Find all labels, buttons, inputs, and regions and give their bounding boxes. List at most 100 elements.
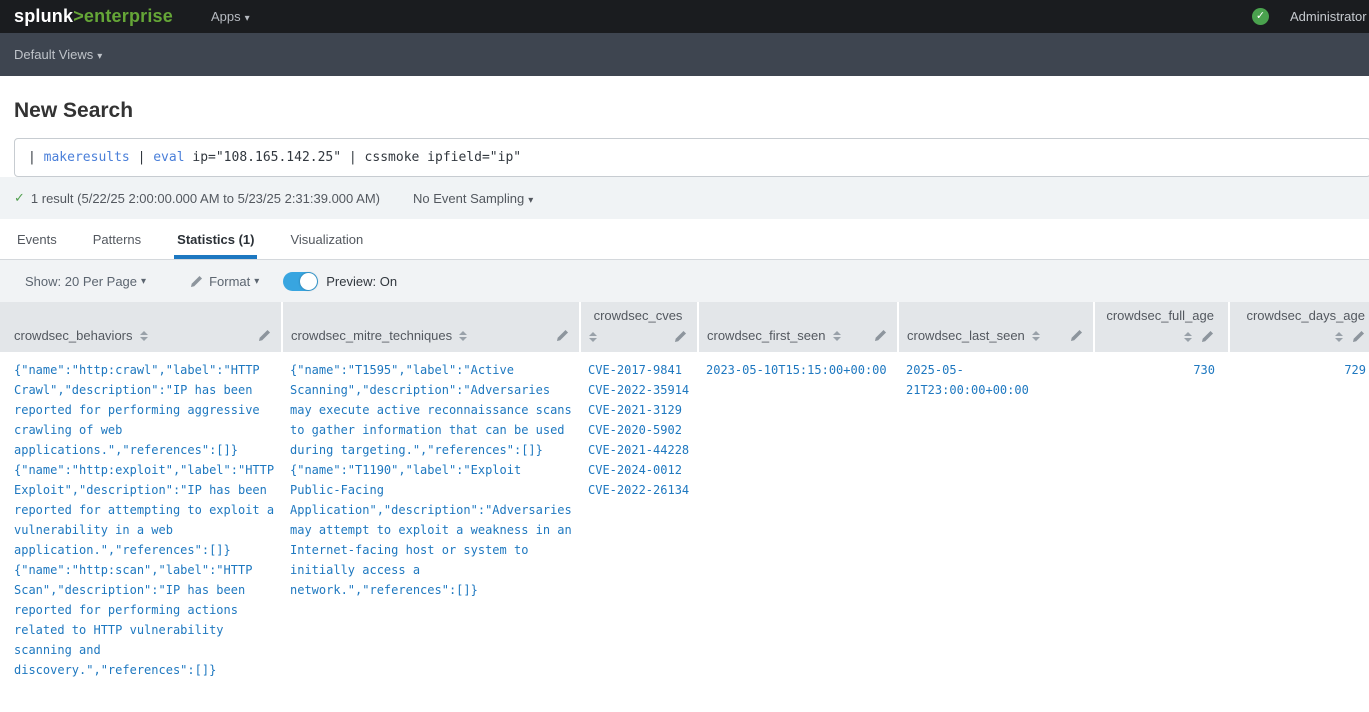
tab-patterns[interactable]: Patterns (90, 219, 144, 259)
column-name: crowdsec_first_seen (707, 328, 826, 343)
edit-column-button[interactable] (556, 329, 569, 342)
cell-value[interactable]: {"name":"T1190","label":"Exploit Public-… (290, 460, 578, 600)
apps-menu[interactable]: Apps▾ (211, 9, 250, 24)
cell-value[interactable]: CVE-2021-44228 (588, 440, 690, 460)
search-status-bar: ✓ 1 result (5/22/25 2:00:00.000 AM to 5/… (0, 177, 1369, 219)
cell-crowdsec-first-seen[interactable]: 2023-05-10T15:15:00+00:00 (698, 352, 898, 688)
statistics-table: crowdsec_behaviors crowdsec_mitre_techni… (0, 302, 1369, 688)
tab-visualization[interactable]: Visualization (287, 219, 366, 259)
sort-arrows-icon[interactable] (589, 332, 597, 342)
user-menu[interactable]: Administrator (1290, 9, 1367, 24)
column-name: crowdsec_last_seen (907, 328, 1025, 343)
edit-column-button[interactable] (674, 330, 687, 343)
chevron-down-icon: ▾ (528, 195, 533, 206)
spl-text: | (130, 150, 153, 165)
spl-text: ip="108.165.142.25" | cssmoke ipfield="i… (185, 150, 522, 165)
apps-label: Apps (211, 9, 241, 24)
table-controls-bar: Show: 20 Per Page ▾ Format ▾ Preview: On (0, 260, 1369, 302)
logo-splunk: splunk (14, 6, 73, 26)
column-name: crowdsec_days_age (1238, 308, 1365, 323)
spl-text: | (28, 150, 44, 165)
status-check-circle-icon: ✓ (1252, 8, 1269, 25)
cell-value[interactable]: 729 (1237, 360, 1366, 380)
pencil-icon (556, 329, 569, 342)
column-header-crowdsec-mitre-techniques[interactable]: crowdsec_mitre_techniques (282, 302, 580, 352)
cell-value[interactable]: CVE-2020-5902 (588, 420, 690, 440)
column-name: crowdsec_mitre_techniques (291, 328, 452, 343)
sort-arrows-icon[interactable] (1184, 332, 1192, 342)
edit-column-button[interactable] (258, 329, 271, 342)
tab-events[interactable]: Events (14, 219, 60, 259)
pencil-icon (1352, 330, 1365, 343)
search-done-check-icon: ✓ (14, 191, 25, 206)
cell-value[interactable]: {"name":"T1595","label":"Active Scanning… (290, 360, 578, 460)
chevron-down-icon: ▾ (254, 276, 259, 287)
column-header-crowdsec-behaviors[interactable]: crowdsec_behaviors (0, 302, 282, 352)
column-header-crowdsec-days-age[interactable]: crowdsec_days_age (1229, 302, 1369, 352)
per-page-label: Show: 20 Per Page (25, 274, 137, 289)
cell-value[interactable]: CVE-2024-0012 (588, 460, 690, 480)
column-name: crowdsec_behaviors (14, 328, 133, 343)
per-page-menu[interactable]: Show: 20 Per Page ▾ (25, 274, 146, 289)
cell-value[interactable]: 2023-05-10T15:15:00+00:00 (706, 360, 890, 380)
column-header-crowdsec-first-seen[interactable]: crowdsec_first_seen (698, 302, 898, 352)
cell-crowdsec-days-age[interactable]: 729 (1229, 352, 1369, 688)
splunk-logo: splunk>enterprise (14, 6, 173, 27)
table-header-row: crowdsec_behaviors crowdsec_mitre_techni… (0, 302, 1369, 352)
top-bar: splunk>enterprise Apps▾ ✓ Administrator (0, 0, 1369, 33)
sort-arrows-icon[interactable] (140, 331, 148, 341)
edit-column-button[interactable] (1352, 330, 1365, 343)
pencil-icon (874, 329, 887, 342)
cell-value[interactable]: CVE-2022-26134 (588, 480, 690, 500)
result-count-text: 1 result (5/22/25 2:00:00.000 AM to 5/23… (31, 191, 380, 206)
cell-value[interactable]: CVE-2017-9841 (588, 360, 690, 380)
column-header-crowdsec-full-age[interactable]: crowdsec_full_age (1094, 302, 1229, 352)
sort-arrows-icon[interactable] (833, 331, 841, 341)
pencil-icon (190, 275, 203, 288)
pencil-icon (674, 330, 687, 343)
topbar-right: ✓ Administrator (1252, 0, 1367, 33)
chevron-down-icon: ▾ (97, 51, 102, 62)
cell-value[interactable]: 2025-05-21T23:00:00+00:00 (906, 360, 1086, 400)
default-views-menu[interactable]: Default Views▾ (14, 47, 102, 62)
format-menu[interactable]: Format ▾ (190, 274, 259, 289)
sort-arrows-icon[interactable] (459, 331, 467, 341)
cell-crowdsec-full-age[interactable]: 730 (1094, 352, 1229, 688)
pencil-icon (1070, 329, 1083, 342)
chevron-down-icon: ▾ (141, 276, 146, 287)
cell-value[interactable]: 730 (1102, 360, 1215, 380)
cell-value[interactable]: CVE-2021-3129 (588, 400, 690, 420)
sort-arrows-icon[interactable] (1335, 332, 1343, 342)
preview-state-label: Preview: On (326, 274, 397, 289)
tab-statistics[interactable]: Statistics (1) (174, 219, 257, 259)
app-bar: Default Views▾ (0, 33, 1369, 76)
event-sampling-label: No Event Sampling (413, 191, 524, 206)
edit-column-button[interactable] (1201, 330, 1214, 343)
cell-crowdsec-last-seen[interactable]: 2025-05-21T23:00:00+00:00 (898, 352, 1094, 688)
spl-command: makeresults (44, 150, 130, 165)
cell-value[interactable]: {"name":"http:exploit","label":"HTTP Exp… (14, 460, 278, 560)
toggle-knob (300, 273, 317, 290)
column-header-crowdsec-last-seen[interactable]: crowdsec_last_seen (898, 302, 1094, 352)
column-name: crowdsec_cves (589, 308, 687, 323)
edit-column-button[interactable] (1070, 329, 1083, 342)
format-label: Format (209, 274, 250, 289)
sort-arrows-icon[interactable] (1032, 331, 1040, 341)
edit-column-button[interactable] (874, 329, 887, 342)
cell-crowdsec-cves[interactable]: CVE-2017-9841CVE-2022-35914CVE-2021-3129… (580, 352, 698, 688)
table-row: {"name":"http:crawl","label":"HTTP Crawl… (0, 352, 1369, 688)
event-sampling-menu[interactable]: No Event Sampling ▾ (413, 191, 533, 206)
heading-section: New Search (0, 76, 1369, 138)
cell-value[interactable]: {"name":"http:scan","label":"HTTP Scan",… (14, 560, 278, 680)
cell-crowdsec-behaviors[interactable]: {"name":"http:crawl","label":"HTTP Crawl… (0, 352, 282, 688)
results-tabs: Events Patterns Statistics (1) Visualiza… (0, 219, 1369, 260)
column-header-crowdsec-cves[interactable]: crowdsec_cves (580, 302, 698, 352)
search-input[interactable]: | makeresults | eval ip="108.165.142.25"… (14, 138, 1369, 177)
preview-toggle[interactable] (283, 272, 318, 291)
cell-value[interactable]: CVE-2022-35914 (588, 380, 690, 400)
cell-value[interactable]: {"name":"http:crawl","label":"HTTP Crawl… (14, 360, 278, 460)
page-title: New Search (14, 99, 1369, 123)
logo-enterprise: >enterprise (73, 6, 173, 26)
pencil-icon (258, 329, 271, 342)
cell-crowdsec-mitre-techniques[interactable]: {"name":"T1595","label":"Active Scanning… (282, 352, 580, 688)
